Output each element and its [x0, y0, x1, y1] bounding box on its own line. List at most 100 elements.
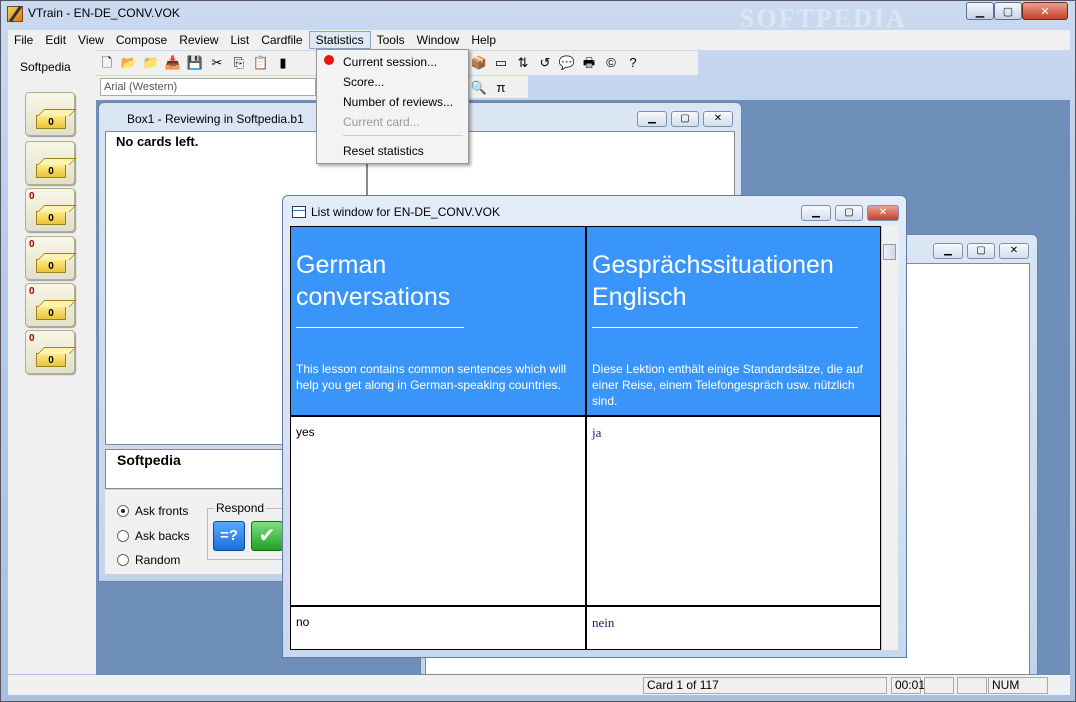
box-5[interactable]: 00: [25, 330, 75, 374]
lesson-header-front[interactable]: German conversations This lesson contain…: [291, 227, 587, 417]
palette-label: Softpedia: [20, 60, 71, 74]
list-window-title: List window for EN-DE_CONV.VOK: [311, 205, 500, 219]
radio-random[interactable]: Random: [117, 553, 180, 567]
status-card-position: Card 1 of 117: [643, 677, 887, 694]
box-cards-count: 0: [36, 164, 66, 178]
menu-current-card: Current card...: [343, 115, 420, 129]
delete-icon[interactable]: ▮: [274, 54, 292, 72]
review-maximize-button[interactable]: ▢: [671, 111, 699, 127]
menu-window[interactable]: Window: [411, 31, 466, 49]
lesson-header-back[interactable]: Gesprächssituationen Englisch Diese Lekt…: [587, 227, 880, 417]
radio-ask-fronts-dot[interactable]: [117, 505, 129, 517]
radio-ask-fronts[interactable]: Ask fronts: [117, 504, 188, 518]
lesson-title-back: Gesprächssituationen Englisch: [592, 251, 834, 311]
print-icon[interactable]: 🖶: [580, 54, 598, 72]
card-front-cell[interactable]: yes: [291, 417, 587, 607]
new-folder-icon[interactable]: 📂: [120, 54, 138, 72]
box-1[interactable]: 0: [25, 141, 75, 185]
menu-view[interactable]: View: [72, 31, 110, 49]
sort-az-icon[interactable]: ⇅: [514, 54, 532, 72]
box-cards-count: 0: [36, 306, 66, 320]
minimize-button[interactable]: ▁: [966, 2, 994, 20]
format-toolbar-right: 🔍 π: [468, 76, 528, 98]
list-window-icon: [292, 206, 306, 218]
pi-symbol-icon[interactable]: π: [492, 79, 510, 97]
cut-icon[interactable]: ✂: [208, 54, 226, 72]
menu-review[interactable]: Review: [173, 31, 224, 49]
card-back-cell[interactable]: ja: [587, 417, 880, 607]
lesson-desc-back: Diese Lektion enthält einige Standardsät…: [592, 362, 863, 408]
bg-minimize-button[interactable]: ▁: [933, 243, 963, 259]
close-button[interactable]: ✕: [1022, 2, 1068, 20]
list-close-button[interactable]: ✕: [867, 205, 899, 221]
menu-score[interactable]: Score...: [343, 75, 384, 89]
box-3[interactable]: 00: [25, 236, 75, 280]
box-cards-count: 0: [36, 259, 66, 273]
box-due-count: 0: [29, 239, 35, 250]
menu-number-of-reviews[interactable]: Number of reviews...: [343, 95, 453, 109]
show-answer-button[interactable]: =?: [213, 521, 245, 551]
menu-cardfile[interactable]: Cardfile: [255, 31, 308, 49]
menu-bar: File Edit View Compose Review List Cardf…: [8, 30, 1070, 50]
menu-tools[interactable]: Tools: [371, 31, 411, 49]
card-front-cell[interactable]: no: [291, 607, 587, 649]
record-icon: [324, 55, 334, 65]
save-icon[interactable]: 💾: [186, 54, 204, 72]
card-list-grid: German conversations This lesson contain…: [290, 226, 881, 650]
answer-text: Softpedia: [117, 452, 181, 468]
box-due-count: 0: [29, 333, 35, 344]
list-minimize-button[interactable]: ▁: [801, 205, 831, 221]
menu-list[interactable]: List: [225, 31, 256, 49]
box-cards-count: 0: [36, 211, 66, 225]
radio-ask-backs[interactable]: Ask backs: [117, 529, 190, 543]
menu-help[interactable]: Help: [465, 31, 502, 49]
review-window-title: Box1 - Reviewing in Softpedia.b1: [127, 112, 304, 126]
open-icon[interactable]: 📁: [142, 54, 160, 72]
status-num-lock: NUM: [988, 677, 1048, 694]
paste-icon[interactable]: 📋: [252, 54, 270, 72]
scrollbar-thumb[interactable]: [883, 244, 896, 260]
review-close-button[interactable]: ✕: [703, 111, 733, 127]
header-divider: [296, 327, 464, 328]
menu-current-session[interactable]: Current session...: [343, 55, 437, 69]
lesson-desc-front: This lesson contains common sentences wh…: [296, 362, 567, 392]
copyright-icon[interactable]: ©: [602, 54, 620, 72]
status-empty-1: [924, 677, 954, 694]
menu-edit[interactable]: Edit: [39, 31, 72, 49]
radio-random-dot[interactable]: [117, 554, 129, 566]
maximize-button[interactable]: ▢: [994, 2, 1022, 20]
bg-maximize-button[interactable]: ▢: [967, 243, 995, 259]
copy-icon[interactable]: ⎘: [230, 54, 248, 72]
list-maximize-button[interactable]: ▢: [835, 205, 863, 221]
undo-icon[interactable]: ↺: [536, 54, 554, 72]
bg-close-button[interactable]: ✕: [999, 243, 1029, 259]
help-pointer-icon[interactable]: ?: [624, 54, 642, 72]
vtrain-app-icon[interactable]: [7, 6, 23, 22]
comment-icon[interactable]: 💬: [558, 54, 576, 72]
status-empty-2: [957, 677, 987, 694]
box-0[interactable]: 0: [25, 92, 75, 136]
toolbar-main: 🗋 📂 📁 📥 💾 ✂ ⎘ 📋 ▮: [96, 51, 320, 75]
box-cards-count: 0: [36, 353, 66, 367]
card-back-cell[interactable]: nein: [587, 607, 880, 649]
import-icon[interactable]: 📥: [164, 54, 182, 72]
respond-label: Respond: [214, 501, 267, 515]
header-divider: [592, 327, 858, 328]
new-file-icon[interactable]: 🗋: [98, 54, 116, 72]
font-select[interactable]: Arial (Western): [100, 78, 316, 96]
radio-ask-backs-dot[interactable]: [117, 530, 129, 542]
menu-statistics[interactable]: Statistics: [308, 31, 371, 49]
menu-reset-statistics[interactable]: Reset statistics: [343, 144, 424, 158]
box-2[interactable]: 00: [25, 188, 75, 232]
window-icon[interactable]: ▭: [492, 54, 510, 72]
menu-compose[interactable]: Compose: [110, 31, 173, 49]
vertical-scrollbar[interactable]: [881, 226, 898, 650]
correct-button[interactable]: ✔: [251, 521, 283, 551]
status-timer: 00:01: [891, 677, 925, 694]
review-minimize-button[interactable]: ▁: [637, 111, 667, 127]
box-open-icon[interactable]: 📦: [470, 54, 488, 72]
menu-file[interactable]: File: [8, 31, 39, 49]
search-icon[interactable]: 🔍: [470, 79, 488, 97]
box-cards-count: 0: [36, 115, 66, 129]
box-4[interactable]: 00: [25, 283, 75, 327]
